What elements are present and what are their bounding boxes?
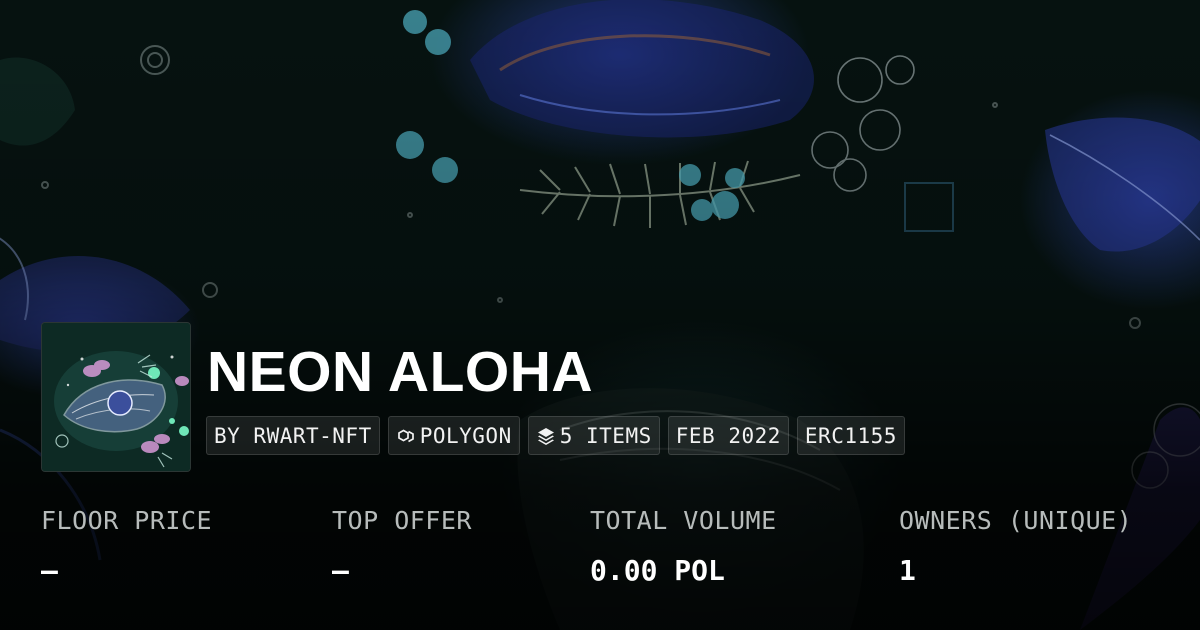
stat-owners: OWNERS (UNIQUE) 1 (899, 505, 1132, 589)
items-chip[interactable]: 5 ITEMS (527, 416, 660, 455)
stat-owners-value: 1 (899, 554, 916, 587)
stat-floor-price: FLOOR PRICE – (41, 505, 212, 589)
neon-floral-artwork-icon (42, 323, 190, 471)
creator-chip-label: BY RWART-NFT (214, 423, 372, 448)
collection-title: NEON ALOHA (207, 340, 594, 404)
stat-top-offer: TOP OFFER – (332, 505, 472, 589)
stat-total-volume-value: 0.00 POL (590, 554, 725, 587)
items-chip-label: 5 ITEMS (559, 423, 652, 448)
stat-owners-label: OWNERS (UNIQUE) (899, 506, 1133, 535)
layers-icon (536, 426, 556, 446)
collection-logo (41, 322, 191, 472)
chain-chip[interactable]: POLYGON (387, 416, 520, 455)
collection-meta-chips: BY RWART-NFT POLYGON 5 ITEMS FEB 2022 ER… (206, 416, 905, 455)
stat-total-volume-label: TOTAL VOLUME (590, 506, 777, 535)
stat-total-volume: TOTAL VOLUME 0.00 POL (590, 505, 777, 589)
token-standard-chip: ERC1155 (796, 416, 905, 455)
created-date-chip: FEB 2022 (667, 416, 789, 455)
created-date-label: FEB 2022 (675, 423, 781, 448)
token-standard-label: ERC1155 (804, 423, 897, 448)
polygon-chain-icon (396, 426, 416, 446)
stat-top-offer-value: – (332, 554, 349, 587)
chain-chip-label: POLYGON (419, 423, 512, 448)
creator-chip[interactable]: BY RWART-NFT (206, 416, 380, 455)
stat-floor-price-label: FLOOR PRICE (41, 506, 213, 535)
stat-top-offer-label: TOP OFFER (332, 506, 472, 535)
stat-floor-price-value: – (41, 554, 58, 587)
